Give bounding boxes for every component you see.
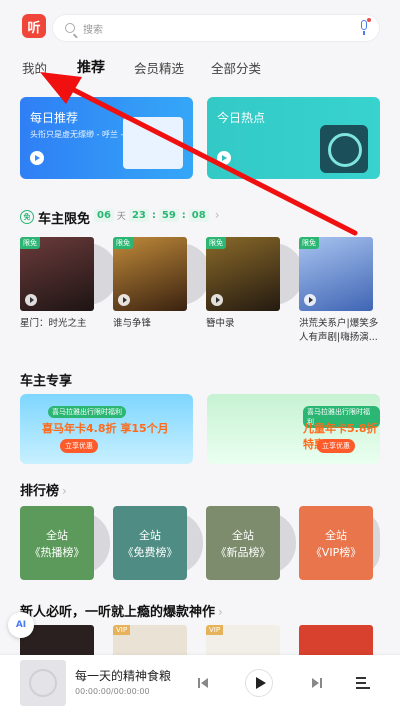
countdown-minutes: 59 xyxy=(158,208,179,222)
play-icon[interactable] xyxy=(30,151,44,165)
promo-banner-annual[interactable]: 喜马拉雅出行限时福利 喜马年卡4.8折 享15个月 立享优惠 xyxy=(20,394,193,464)
book-cover[interactable]: 限免 xyxy=(20,237,94,311)
countdown-timer: 06 天 23 : 59 : 08 › xyxy=(94,208,220,222)
app-logo[interactable]: 听 xyxy=(22,14,46,38)
banner-illustration xyxy=(123,117,183,169)
free-tag: 限免 xyxy=(20,237,40,249)
playlist-icon[interactable] xyxy=(356,677,370,689)
banner-title: 今日热点 xyxy=(217,111,266,125)
book-cover[interactable]: 限免 xyxy=(206,237,280,311)
chevron-right-icon[interactable]: › xyxy=(215,208,220,222)
book-cover[interactable]: 限免 xyxy=(113,237,187,311)
tab-recommend[interactable]: 推荐 xyxy=(77,57,105,77)
countdown-seconds: 08 xyxy=(188,208,209,222)
vip-tag: VIP xyxy=(113,625,131,635)
banner-title: 每日推荐 xyxy=(30,111,79,125)
track-title[interactable]: 每一天的精神食粮 xyxy=(75,667,171,684)
play-pause-button[interactable] xyxy=(246,670,272,696)
tab-bar: 我的 推荐 会员精选 全部分类 xyxy=(0,58,400,82)
book-title: 星门：时光之主 xyxy=(20,318,87,329)
track-time: 00:00:00/00:00:00 xyxy=(75,687,150,696)
book-cover[interactable]: VIP xyxy=(113,625,187,655)
countdown-day-unit: 天 xyxy=(116,211,126,222)
book-cover[interactable] xyxy=(299,625,373,655)
ai-assistant-button[interactable]: AI xyxy=(8,612,34,638)
search-input[interactable]: 搜索 xyxy=(53,15,379,41)
play-icon[interactable] xyxy=(118,294,130,306)
previous-track-icon[interactable] xyxy=(198,677,210,689)
play-icon[interactable] xyxy=(211,294,223,306)
search-icon xyxy=(65,23,75,33)
microphone-icon[interactable] xyxy=(359,18,371,36)
book-title: 簪中录 xyxy=(206,318,235,329)
daily-recommend-card[interactable]: 每日推荐 头衔只是虚无缥缈 - 呼兰 -... xyxy=(20,97,193,179)
newbie-section-title[interactable]: 新人必听，一听就上瘾的爆款神作 › xyxy=(20,601,223,620)
free-tag: 限免 xyxy=(206,237,226,249)
today-hot-card[interactable]: 今日热点 xyxy=(207,97,380,179)
track-thumbnail[interactable] xyxy=(20,660,66,706)
vip-tag: VIP xyxy=(206,625,224,635)
book-title: 谁与争锋 xyxy=(113,318,152,329)
free-tag: 限免 xyxy=(113,237,133,249)
free-badge-icon: 免 xyxy=(20,210,34,224)
book-cover[interactable]: VIP xyxy=(206,625,280,655)
tab-all-categories[interactable]: 全部分类 xyxy=(211,58,261,77)
promo-claim-button[interactable]: 立享优惠 xyxy=(317,439,355,453)
promo-banner-kids[interactable]: 喜马拉雅出行限时福利 儿童年卡5.8折特惠 立享优惠 xyxy=(207,394,380,464)
rank-hot[interactable]: 全站 《热播榜》 xyxy=(20,506,94,580)
rank-vip[interactable]: 全站 《VIP榜》 xyxy=(299,506,373,580)
book-title: 洪荒关系户|爆笑多人有声剧|嗨扬演... xyxy=(299,318,379,343)
book-cover[interactable]: 限免 xyxy=(299,237,373,311)
book-item[interactable]: 限免 谁与争锋 xyxy=(113,237,211,331)
book-item[interactable]: 限免 洪荒关系户|爆笑多人有声剧|嗨扬演... xyxy=(299,237,378,345)
promo-label: 喜马拉雅出行限时福利 xyxy=(48,406,126,418)
rank-free[interactable]: 全站 《免费榜》 xyxy=(113,506,187,580)
book-item[interactable]: 限免 簪中录 xyxy=(206,237,304,331)
mini-player: 每一天的精神食粮 00:00:00/00:00:00 xyxy=(0,655,400,711)
banner-illustration xyxy=(320,125,368,173)
free-section-title[interactable]: 车主限免 xyxy=(38,208,90,227)
play-icon[interactable] xyxy=(304,294,316,306)
play-icon[interactable] xyxy=(25,294,37,306)
play-icon[interactable] xyxy=(217,151,231,165)
tab-vip-picks[interactable]: 会员精选 xyxy=(134,58,184,77)
chevron-right-icon: › xyxy=(62,484,67,498)
top-bar: 听 搜索 xyxy=(0,0,400,52)
countdown-days: 06 xyxy=(94,208,114,222)
chevron-right-icon: › xyxy=(218,605,223,619)
rank-new[interactable]: 全站 《新品榜》 xyxy=(206,506,280,580)
promo-headline: 喜马年卡4.8折 享15个月 xyxy=(42,422,169,435)
owner-section-title: 车主专享 xyxy=(20,374,73,389)
next-track-icon[interactable] xyxy=(312,677,324,689)
free-tag: 限免 xyxy=(299,237,319,249)
promo-claim-button[interactable]: 立享优惠 xyxy=(60,439,98,453)
tab-mine[interactable]: 我的 xyxy=(22,58,47,77)
book-item[interactable]: 限免 星门：时光之主 xyxy=(20,237,118,331)
countdown-hours: 23 xyxy=(128,208,149,222)
search-placeholder: 搜索 xyxy=(83,25,103,36)
rank-section-title[interactable]: 排行榜 › xyxy=(20,480,67,499)
